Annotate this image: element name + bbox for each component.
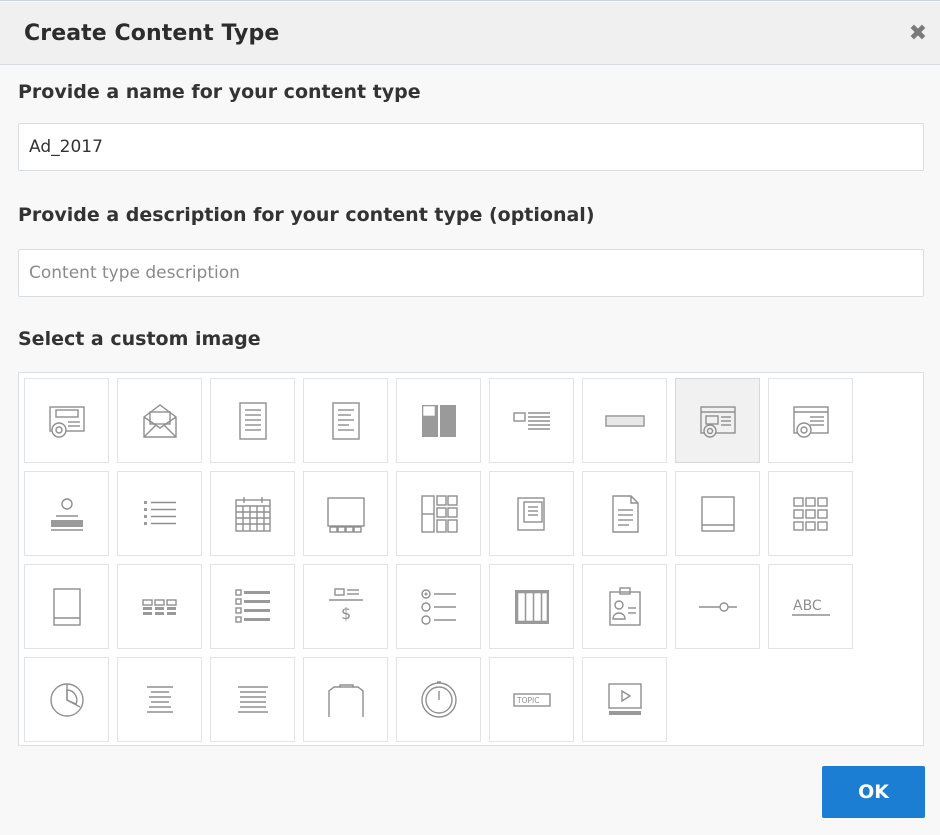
media-disc-icon bbox=[48, 405, 85, 438]
checklist-icon bbox=[234, 588, 270, 623]
image-option[interactable] bbox=[117, 657, 202, 742]
grid-icon bbox=[792, 496, 828, 531]
image-option[interactable] bbox=[396, 657, 481, 742]
image-option[interactable] bbox=[582, 657, 667, 742]
image-option[interactable] bbox=[768, 471, 853, 556]
file-icon bbox=[611, 494, 639, 533]
clock-icon bbox=[420, 680, 457, 718]
image-option[interactable] bbox=[582, 564, 667, 649]
document-lines-icon bbox=[331, 401, 360, 440]
svg-text:ABC: ABC bbox=[793, 598, 822, 614]
columns-icon bbox=[514, 589, 549, 624]
align-center-icon bbox=[146, 685, 173, 713]
description-input[interactable] bbox=[18, 249, 924, 297]
image-text-icon bbox=[512, 411, 550, 430]
envelope-icon bbox=[142, 403, 177, 438]
image-option[interactable] bbox=[117, 378, 202, 463]
image-option[interactable] bbox=[582, 471, 667, 556]
image-option[interactable] bbox=[24, 471, 109, 556]
page-icon bbox=[52, 587, 81, 626]
image-option[interactable] bbox=[582, 378, 667, 463]
image-option[interactable] bbox=[117, 564, 202, 649]
image-option[interactable] bbox=[396, 471, 481, 556]
image-option[interactable] bbox=[117, 471, 202, 556]
name-label: Provide a name for your content type bbox=[18, 81, 421, 103]
svg-text:$: $ bbox=[341, 604, 351, 623]
image-option-selected[interactable] bbox=[675, 378, 760, 463]
card-disc-icon bbox=[699, 405, 736, 438]
topic-tag-icon: TOPIC bbox=[512, 692, 551, 707]
slider-icon bbox=[698, 601, 737, 612]
image-option[interactable] bbox=[210, 378, 295, 463]
image-option[interactable] bbox=[768, 378, 853, 463]
document-icon bbox=[238, 401, 267, 440]
abc-text-icon: ABC bbox=[791, 598, 830, 616]
person-stamp-icon bbox=[50, 497, 83, 531]
radio-list-icon bbox=[420, 588, 456, 625]
dialog-header: Create Content Type ✖ bbox=[0, 2, 940, 65]
tablet-icon bbox=[700, 495, 735, 532]
pie-chart-icon bbox=[49, 682, 84, 717]
image-option[interactable]: $ bbox=[303, 564, 388, 649]
folder-tab-icon bbox=[327, 683, 364, 717]
ok-button[interactable]: OK bbox=[822, 766, 925, 818]
tiles-layout-icon bbox=[420, 494, 458, 533]
description-label: Provide a description for your content t… bbox=[18, 204, 595, 226]
image-option[interactable] bbox=[303, 378, 388, 463]
image-picker: $ ABC TOPIC bbox=[18, 372, 924, 746]
id-badge-icon bbox=[608, 586, 641, 626]
image-option[interactable] bbox=[24, 378, 109, 463]
image-option[interactable] bbox=[24, 657, 109, 742]
close-icon[interactable]: ✖ bbox=[908, 21, 928, 47]
document-stack-icon bbox=[516, 496, 545, 531]
table-rows-icon bbox=[141, 598, 177, 615]
image-option[interactable] bbox=[210, 564, 295, 649]
bullet-list-icon bbox=[143, 500, 176, 525]
justify-text-icon bbox=[237, 685, 268, 713]
create-content-type-dialog: Create Content Type ✖ Provide a name for… bbox=[0, 0, 940, 835]
image-option[interactable] bbox=[489, 471, 574, 556]
name-input[interactable] bbox=[18, 123, 924, 171]
image-option[interactable] bbox=[489, 378, 574, 463]
image-option[interactable] bbox=[210, 471, 295, 556]
image-option[interactable]: ABC bbox=[768, 564, 853, 649]
image-option[interactable] bbox=[303, 657, 388, 742]
image-option[interactable]: TOPIC bbox=[489, 657, 574, 742]
svg-text:TOPIC: TOPIC bbox=[516, 696, 539, 705]
price-icon: $ bbox=[328, 587, 363, 623]
text-field-icon bbox=[604, 414, 645, 427]
gallery-strip-icon bbox=[326, 496, 365, 533]
browser-disc-icon bbox=[792, 405, 829, 438]
image-option[interactable] bbox=[210, 657, 295, 742]
image-grid: $ ABC TOPIC bbox=[24, 378, 853, 742]
image-option[interactable] bbox=[489, 564, 574, 649]
image-option[interactable] bbox=[675, 564, 760, 649]
image-label: Select a custom image bbox=[18, 328, 261, 350]
video-player-icon bbox=[607, 682, 642, 715]
image-option[interactable] bbox=[396, 378, 481, 463]
dialog-title: Create Content Type bbox=[24, 21, 280, 46]
image-option[interactable] bbox=[303, 471, 388, 556]
split-panel-icon bbox=[421, 404, 456, 437]
image-option[interactable] bbox=[396, 564, 481, 649]
calendar-icon bbox=[234, 496, 271, 532]
image-option[interactable] bbox=[24, 564, 109, 649]
image-option[interactable] bbox=[675, 471, 760, 556]
